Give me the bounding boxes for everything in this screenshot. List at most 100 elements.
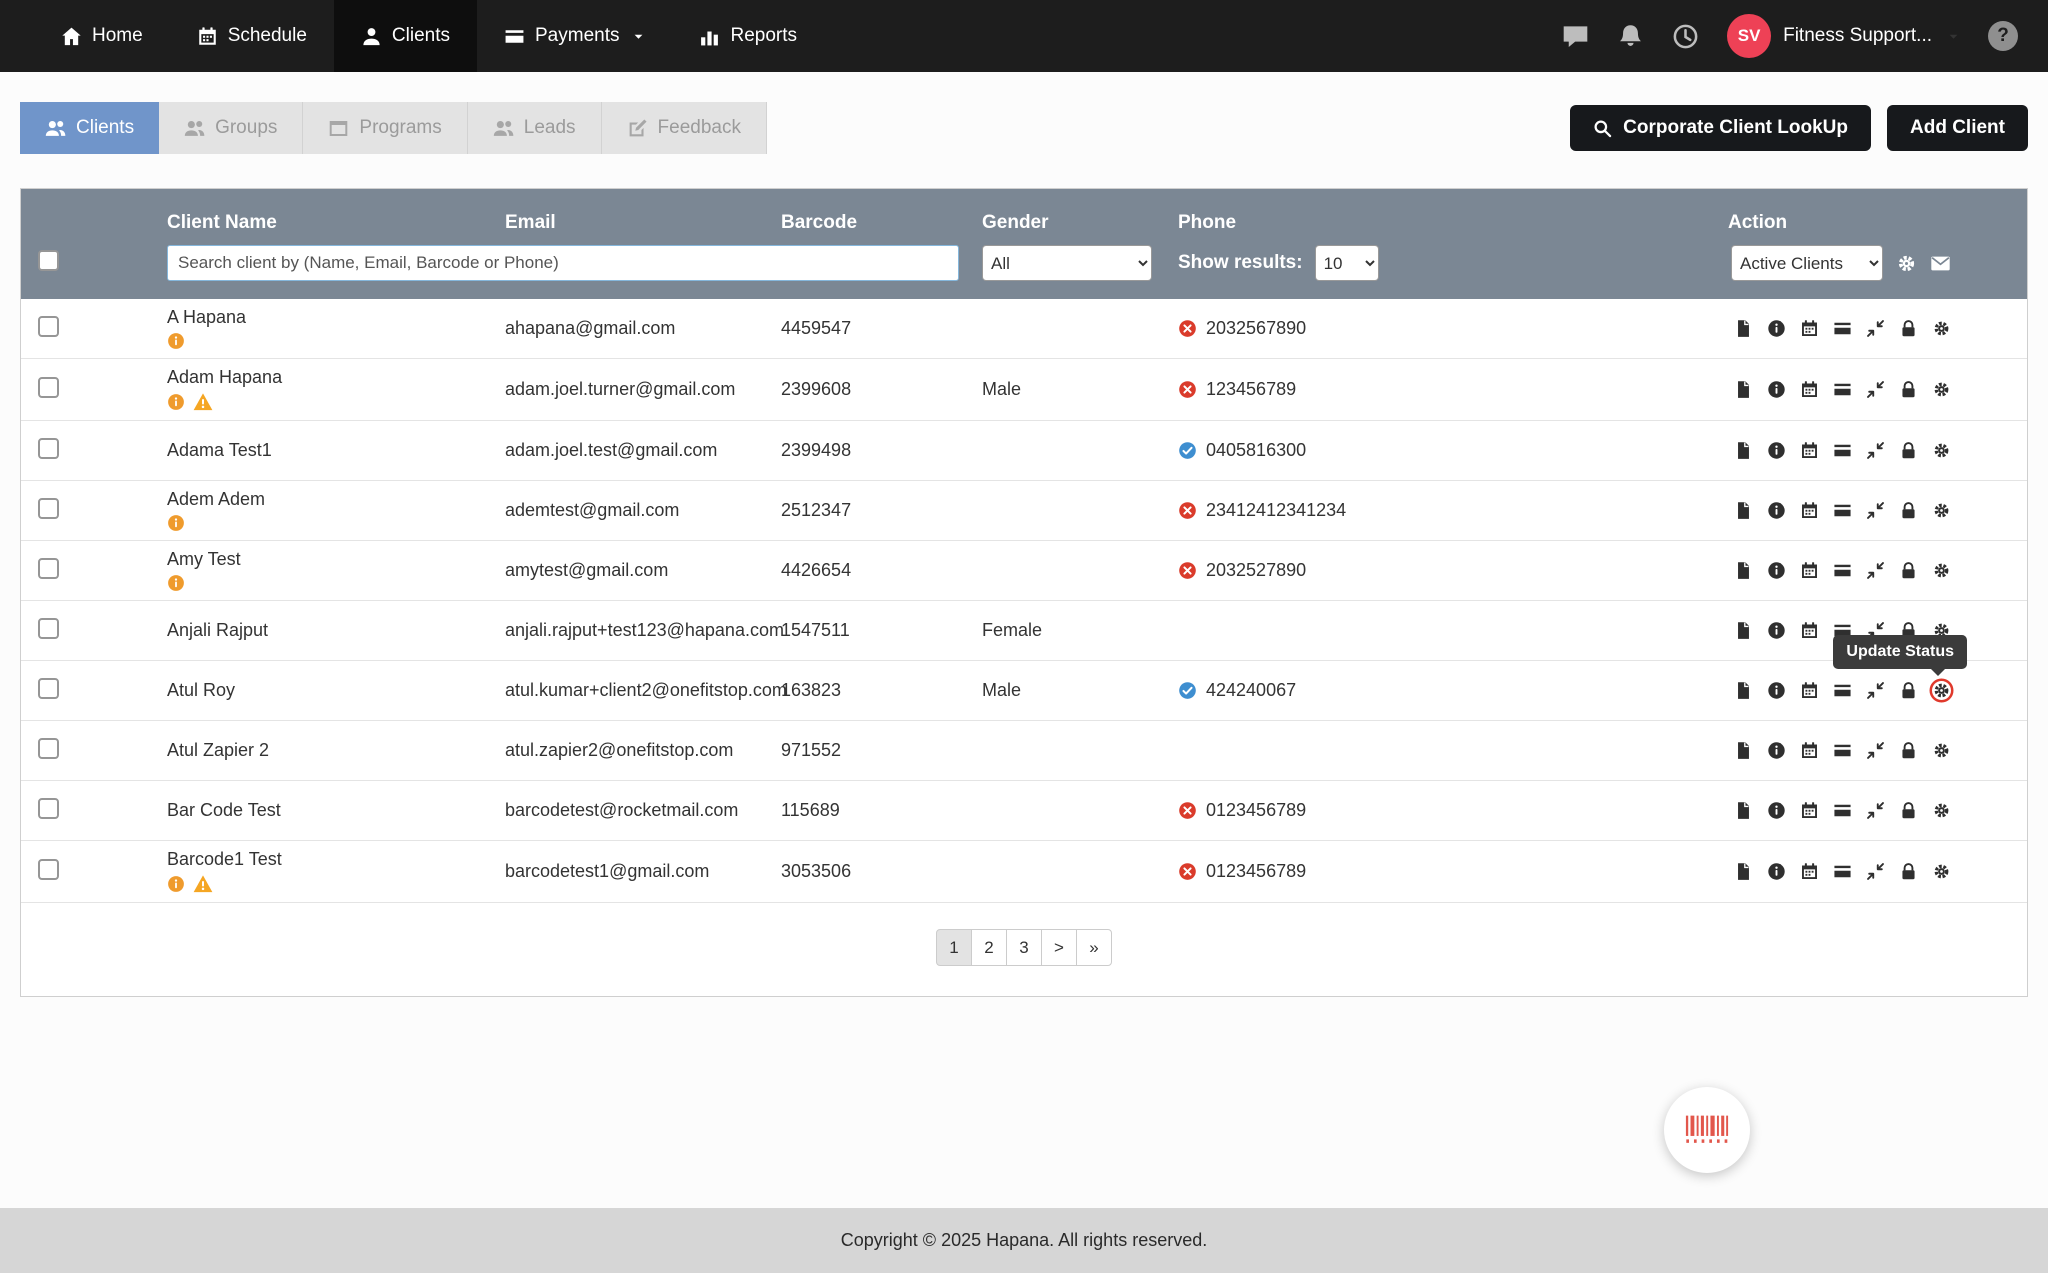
lock-icon[interactable] <box>1899 801 1918 820</box>
page-button-2[interactable]: 2 <box>971 929 1007 966</box>
note-icon[interactable] <box>1734 621 1753 640</box>
info-icon[interactable] <box>1767 681 1786 700</box>
tab-feedback[interactable]: Feedback <box>602 102 767 154</box>
gear-icon[interactable] <box>1932 862 1951 881</box>
page-button-3[interactable]: 3 <box>1006 929 1042 966</box>
help-icon[interactable]: ? <box>1988 21 2018 51</box>
nav-item-schedule[interactable]: Schedule <box>170 0 334 72</box>
row-checkbox[interactable] <box>38 859 59 880</box>
note-icon[interactable] <box>1734 319 1753 338</box>
tab-leads[interactable]: Leads <box>468 102 602 154</box>
client-name[interactable]: Anjali Rajput <box>167 620 505 641</box>
client-name[interactable]: Barcode1 Test <box>167 849 505 870</box>
note-icon[interactable] <box>1734 681 1753 700</box>
warning-icon[interactable] <box>193 874 213 894</box>
tab-groups[interactable]: Groups <box>159 102 303 154</box>
merge-icon[interactable] <box>1866 862 1885 881</box>
payment-card-icon[interactable] <box>1833 561 1852 580</box>
lock-icon[interactable] <box>1899 862 1918 881</box>
tab-programs[interactable]: Programs <box>303 102 467 154</box>
lock-icon[interactable] <box>1899 380 1918 399</box>
client-search-input[interactable] <box>167 245 959 281</box>
gear-icon[interactable] <box>1932 441 1951 460</box>
merge-icon[interactable] <box>1866 801 1885 820</box>
info-icon[interactable] <box>1767 741 1786 760</box>
chat-icon[interactable] <box>1562 23 1589 50</box>
info-icon[interactable] <box>1767 801 1786 820</box>
calendar-icon[interactable] <box>1800 319 1819 338</box>
calendar-icon[interactable] <box>1800 441 1819 460</box>
calendar-icon[interactable] <box>1800 561 1819 580</box>
payment-card-icon[interactable] <box>1833 801 1852 820</box>
info-icon[interactable] <box>1767 380 1786 399</box>
gear-icon[interactable] <box>1932 319 1951 338</box>
merge-icon[interactable] <box>1866 319 1885 338</box>
row-checkbox[interactable] <box>38 498 59 519</box>
client-name[interactable]: Atul Roy <box>167 680 505 701</box>
info-badge-icon[interactable] <box>167 393 185 411</box>
info-icon[interactable] <box>1767 441 1786 460</box>
payment-card-icon[interactable] <box>1833 380 1852 399</box>
note-icon[interactable] <box>1734 501 1753 520</box>
merge-icon[interactable] <box>1866 561 1885 580</box>
row-checkbox[interactable] <box>38 798 59 819</box>
corporate-lookup-button[interactable]: Corporate Client LookUp <box>1570 105 1871 151</box>
info-icon[interactable] <box>1767 561 1786 580</box>
select-all-checkbox[interactable] <box>38 250 59 271</box>
note-icon[interactable] <box>1734 561 1753 580</box>
payment-card-icon[interactable] <box>1833 441 1852 460</box>
client-name[interactable]: Adam Hapana <box>167 367 505 388</box>
lock-icon[interactable] <box>1899 561 1918 580</box>
note-icon[interactable] <box>1734 801 1753 820</box>
info-badge-icon[interactable] <box>167 514 185 532</box>
client-name[interactable]: A Hapana <box>167 307 505 328</box>
calendar-icon[interactable] <box>1800 621 1819 640</box>
nav-item-clients[interactable]: Clients <box>334 0 477 72</box>
merge-icon[interactable] <box>1866 741 1885 760</box>
warning-icon[interactable] <box>193 392 213 412</box>
gear-icon[interactable]: Update Status <box>1932 681 1951 700</box>
info-icon[interactable] <box>1767 862 1786 881</box>
payment-card-icon[interactable] <box>1833 862 1852 881</box>
lock-icon[interactable] <box>1899 741 1918 760</box>
nav-item-payments[interactable]: Payments <box>477 0 672 72</box>
gear-icon[interactable] <box>1932 380 1951 399</box>
email-envelope-icon[interactable] <box>1930 253 1951 274</box>
merge-icon[interactable] <box>1866 681 1885 700</box>
lock-icon[interactable] <box>1899 681 1918 700</box>
add-client-button[interactable]: Add Client <box>1887 105 2028 151</box>
nav-item-home[interactable]: Home <box>34 0 170 72</box>
merge-icon[interactable] <box>1866 501 1885 520</box>
payment-card-icon[interactable] <box>1833 319 1852 338</box>
info-icon[interactable] <box>1767 501 1786 520</box>
info-badge-icon[interactable] <box>167 875 185 893</box>
nav-item-reports[interactable]: Reports <box>672 0 824 72</box>
note-icon[interactable] <box>1734 380 1753 399</box>
client-name[interactable]: Adama Test1 <box>167 440 505 461</box>
row-checkbox[interactable] <box>38 316 59 337</box>
calendar-icon[interactable] <box>1800 801 1819 820</box>
merge-icon[interactable] <box>1866 380 1885 399</box>
client-name[interactable]: Adem Adem <box>167 489 505 510</box>
gender-filter-select[interactable]: All <box>982 245 1152 281</box>
row-checkbox[interactable] <box>38 738 59 759</box>
info-badge-icon[interactable] <box>167 332 185 350</box>
barcode-scan-button[interactable] <box>1664 1087 1750 1173</box>
page-next-button[interactable]: > <box>1041 929 1077 966</box>
page-last-button[interactable]: » <box>1076 929 1112 966</box>
settings-gear-icon[interactable] <box>1896 253 1917 274</box>
gear-icon[interactable] <box>1932 741 1951 760</box>
client-name[interactable]: Atul Zapier 2 <box>167 740 505 761</box>
payment-card-icon[interactable] <box>1833 741 1852 760</box>
row-checkbox[interactable] <box>38 678 59 699</box>
client-status-select[interactable]: Active Clients <box>1731 245 1883 281</box>
row-checkbox[interactable] <box>38 618 59 639</box>
note-icon[interactable] <box>1734 441 1753 460</box>
row-checkbox[interactable] <box>38 558 59 579</box>
calendar-icon[interactable] <box>1800 380 1819 399</box>
row-checkbox[interactable] <box>38 438 59 459</box>
payment-card-icon[interactable] <box>1833 681 1852 700</box>
account-menu[interactable]: SV Fitness Support... <box>1727 14 1960 58</box>
calendar-icon[interactable] <box>1800 501 1819 520</box>
calendar-icon[interactable] <box>1800 862 1819 881</box>
